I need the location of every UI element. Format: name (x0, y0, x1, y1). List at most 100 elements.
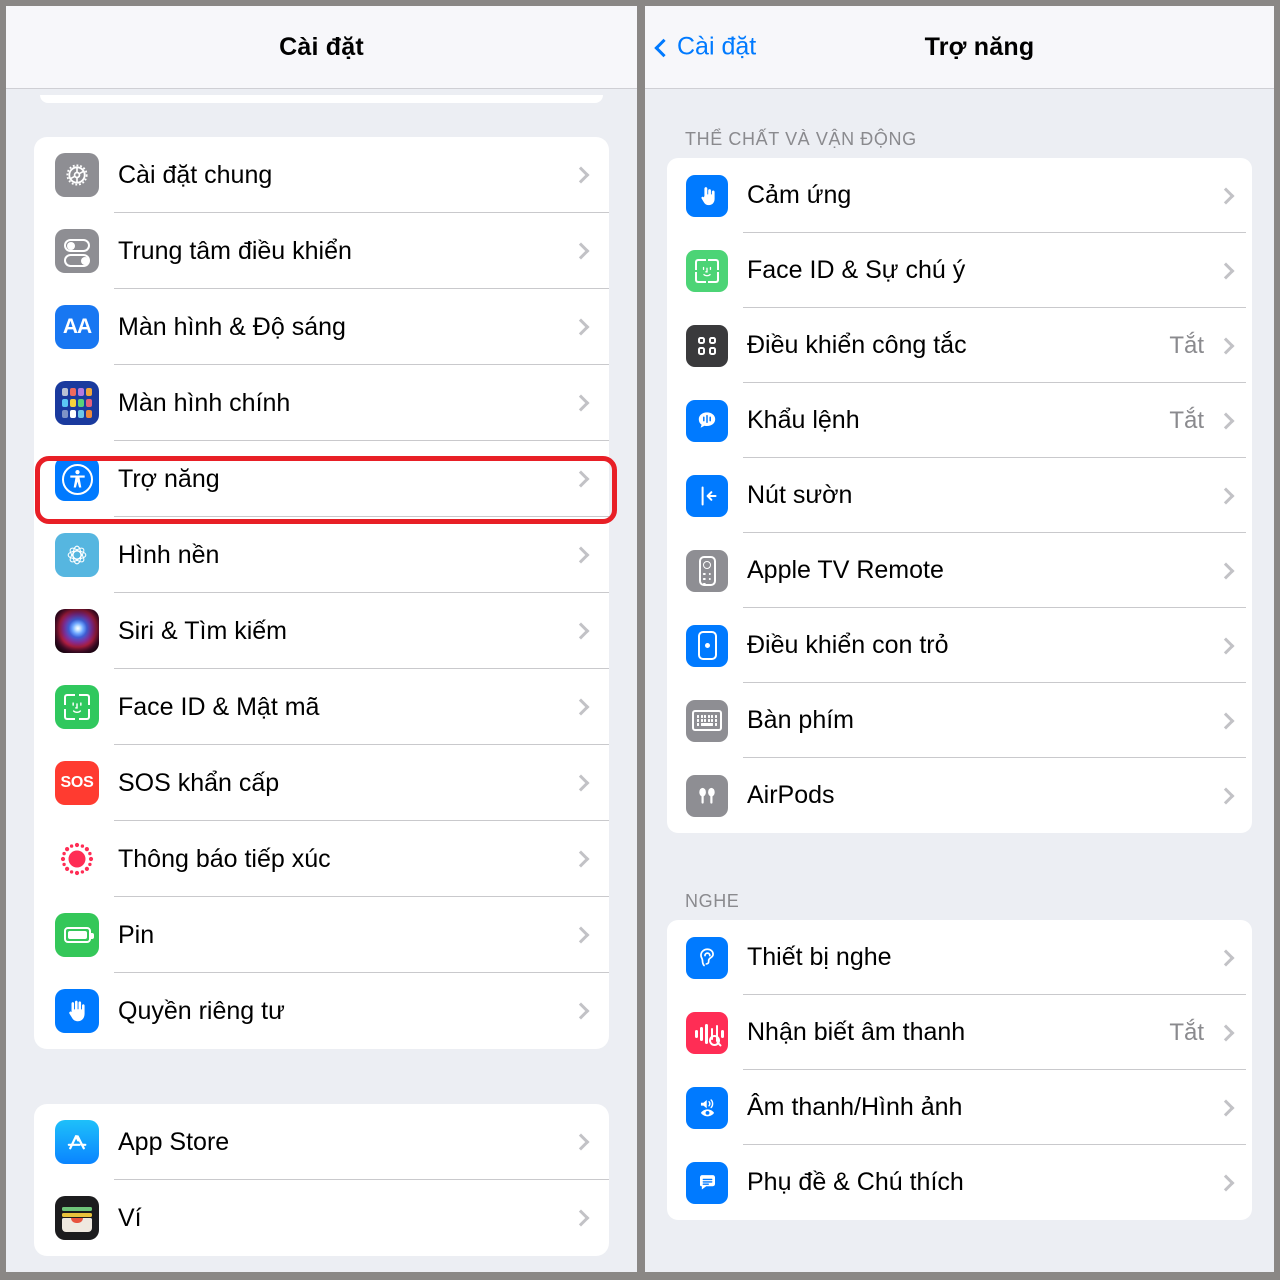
chevron-right-icon (572, 242, 590, 260)
settings-row-label: Màn hình chính (118, 388, 291, 417)
settings-panel: Cài đặt Cài đặt chung Trung tâm điều khi… (0, 0, 637, 1280)
accessibility-row-value: Tắt (1169, 406, 1204, 434)
settings-row-label: App Store (118, 1127, 230, 1156)
settings-row-control-center[interactable]: Trung tâm điều khiển (34, 213, 609, 289)
accessibility-row-value: Tắt (1169, 1018, 1204, 1046)
chevron-right-icon (1217, 787, 1235, 804)
accessibility-row-label: Nút sườn (747, 481, 853, 509)
chevron-right-icon (572, 470, 590, 488)
chevron-right-icon (572, 1002, 590, 1020)
settings-row-label: Màn hình & Độ sáng (118, 312, 346, 341)
accessibility-row-label: AirPods (747, 781, 835, 809)
section-header-physical-motor: THỂ CHẤT VÀ VẬN ĐỘNG (685, 129, 917, 149)
settings-row-display-brightness[interactable]: AA Màn hình & Độ sáng (34, 289, 609, 365)
settings-row-app-store[interactable]: App Store (34, 1104, 609, 1180)
control-center-icon (55, 229, 99, 273)
accessibility-row-audio-visual[interactable]: Âm thanh/Hình ảnh (667, 1070, 1252, 1145)
accessibility-navbar: Cài đặt Trợ năng (645, 6, 1274, 89)
settings-row-label: Pin (118, 920, 155, 949)
siri-icon (55, 609, 99, 653)
chevron-right-icon (1217, 637, 1235, 654)
chevron-right-icon (572, 774, 590, 792)
settings-row-label: Cài đặt chung (118, 160, 273, 189)
accessibility-row-label: Âm thanh/Hình ảnh (747, 1093, 963, 1121)
chevron-right-icon (1217, 1099, 1235, 1116)
settings-row-emergency-sos[interactable]: SOS SOS khẩn cấp (34, 745, 609, 821)
settings-row-general[interactable]: Cài đặt chung (34, 137, 609, 213)
sos-icon: SOS (55, 761, 99, 805)
voice-control-icon (686, 399, 728, 442)
settings-row-face-id-passcode[interactable]: Face ID & Mật mã (34, 669, 609, 745)
dual-screenshot: Cài đặt Cài đặt chung Trung tâm điều khi… (0, 0, 1280, 1280)
panel-divider (637, 0, 645, 1280)
accessibility-row-label: Phụ đề & Chú thích (747, 1168, 964, 1196)
settings-row-label: SOS khẩn cấp (118, 768, 280, 797)
chevron-right-icon (572, 622, 590, 640)
accessibility-row-subtitles-captioning[interactable]: Phụ đề & Chú thích (667, 1145, 1252, 1220)
accessibility-row-label: Điều khiển công tắc (747, 331, 967, 359)
settings-group-primary: Cài đặt chung Trung tâm điều khiển AA Mà… (34, 137, 609, 1049)
settings-row-accessibility[interactable]: Trợ năng (34, 441, 609, 517)
switch-control-icon (686, 324, 728, 367)
chevron-right-icon (1217, 487, 1235, 504)
settings-row-siri-search[interactable]: Siri & Tìm kiếm (34, 593, 609, 669)
accessibility-row-label: Bàn phím (747, 706, 855, 734)
chevron-right-icon (572, 166, 590, 184)
settings-row-privacy[interactable]: Quyền riêng tư (34, 973, 609, 1049)
keyboard-icon (686, 699, 728, 742)
settings-row-exposure-notifications[interactable]: Thông báo tiếp xúc (34, 821, 609, 897)
subtitles-icon (686, 1161, 728, 1204)
chevron-right-icon (572, 698, 590, 716)
accessibility-row-label: Face ID & Sự chú ý (747, 256, 966, 284)
accessibility-row-airpods[interactable]: AirPods (667, 758, 1252, 833)
apple-tv-remote-icon (686, 549, 728, 592)
section-header-hearing: NGHE (685, 891, 740, 911)
partial-card-above (40, 95, 603, 103)
back-button[interactable]: Cài đặt (654, 33, 756, 62)
privacy-hand-icon (55, 989, 99, 1033)
settings-scroll-area[interactable]: Cài đặt chung Trung tâm điều khiển AA Mà… (6, 89, 637, 1272)
chevron-right-icon (1217, 337, 1235, 354)
chevron-right-icon (1217, 412, 1235, 429)
accessibility-row-pointer-control[interactable]: Điều khiển con trỏ (667, 608, 1252, 683)
accessibility-row-label: Thiết bị nghe (747, 943, 892, 971)
chevron-right-icon (572, 318, 590, 336)
settings-row-label: Ví (118, 1203, 142, 1232)
chevron-right-icon (572, 546, 590, 564)
accessibility-row-touch[interactable]: Cảm ứng (667, 158, 1252, 233)
accessibility-row-voice-control[interactable]: Khẩu lệnh Tắt (667, 383, 1252, 458)
accessibility-row-label: Điều khiển con trỏ (747, 631, 949, 659)
chevron-right-icon (1217, 1174, 1235, 1191)
accessibility-row-label: Cảm ứng (747, 181, 852, 209)
home-screen-icon (55, 381, 99, 425)
settings-row-wallet[interactable]: Ví (34, 1180, 609, 1256)
touch-icon (686, 174, 728, 217)
accessibility-row-apple-tv-remote[interactable]: Apple TV Remote (667, 533, 1252, 608)
accessibility-scroll-area[interactable]: THỂ CHẤT VÀ VẬN ĐỘNG Cảm ứng Face ID & S… (645, 89, 1274, 1272)
settings-row-label: Trung tâm điều khiển (118, 236, 352, 265)
chevron-right-icon (1217, 187, 1235, 204)
exposure-notification-icon (55, 837, 99, 881)
side-button-icon (686, 474, 728, 517)
page-title: Cài đặt (279, 32, 364, 61)
settings-row-battery[interactable]: Pin (34, 897, 609, 973)
settings-row-wallpaper[interactable]: Hình nền (34, 517, 609, 593)
settings-row-home-screen[interactable]: Màn hình chính (34, 365, 609, 441)
settings-row-label: Trợ năng (118, 464, 220, 493)
accessibility-row-switch-control[interactable]: Điều khiển công tắc Tắt (667, 308, 1252, 383)
settings-navbar: Cài đặt (6, 6, 637, 89)
chevron-left-icon (654, 38, 673, 57)
wallet-icon (55, 1196, 99, 1240)
accessibility-row-hearing-devices[interactable]: Thiết bị nghe (667, 920, 1252, 995)
chevron-right-icon (572, 926, 590, 944)
app-store-icon (55, 1120, 99, 1164)
settings-row-label: Siri & Tìm kiếm (118, 616, 287, 645)
accessibility-row-side-button[interactable]: Nút sườn (667, 458, 1252, 533)
settings-row-label: Quyền riêng tư (118, 996, 285, 1025)
accessibility-row-sound-recognition[interactable]: Nhận biết âm thanh Tắt (667, 995, 1252, 1070)
accessibility-icon (55, 457, 99, 501)
accessibility-row-keyboard[interactable]: Bàn phím (667, 683, 1252, 758)
hearing-device-icon (686, 936, 728, 979)
accessibility-row-face-id-attention[interactable]: Face ID & Sự chú ý (667, 233, 1252, 308)
settings-group-store: App Store Ví (34, 1104, 609, 1256)
